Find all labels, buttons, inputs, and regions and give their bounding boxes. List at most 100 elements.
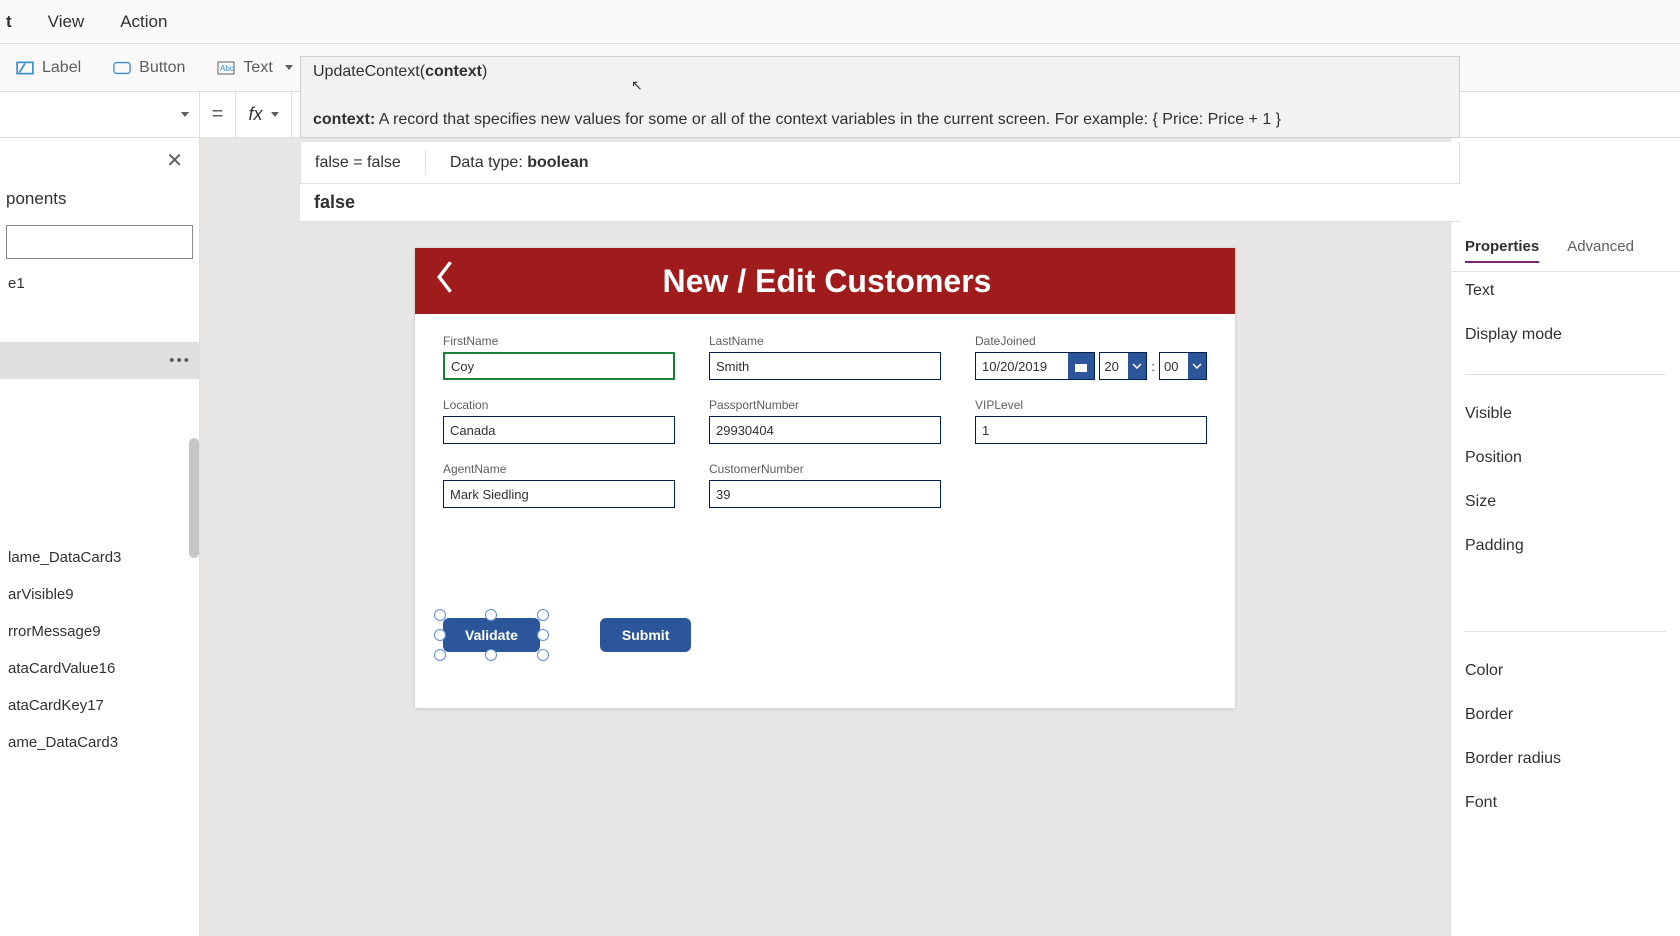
result-datatype: Data type: boolean bbox=[450, 154, 589, 172]
canvas[interactable]: New / Edit Customers FirstName Coy LastN… bbox=[200, 138, 1450, 936]
prop-color[interactable]: Color bbox=[1465, 662, 1666, 680]
intellisense-description: context: A record that specifies new val… bbox=[313, 111, 1447, 129]
firstname-input[interactable]: Coy bbox=[443, 352, 675, 380]
submit-button[interactable]: Submit bbox=[600, 618, 691, 652]
ribbon: Label Button Abc Text UpdateContext(cont… bbox=[0, 44, 1680, 92]
menu-truncated[interactable]: t bbox=[0, 12, 30, 32]
workspace: ✕ ponents e1 ••• lame_DataCard3 arVisibl… bbox=[0, 138, 1680, 936]
intellisense-signature: UpdateContext(context) ↖ bbox=[313, 63, 1447, 81]
field-location: Location Canada bbox=[443, 398, 675, 444]
app-header: New / Edit Customers bbox=[415, 248, 1235, 314]
back-icon[interactable] bbox=[433, 260, 459, 303]
prop-text[interactable]: Text bbox=[1465, 282, 1666, 300]
tree-item[interactable]: ataCardKey17 bbox=[0, 687, 199, 724]
insert-text-text: Text bbox=[243, 59, 272, 77]
field-label: CustomerNumber bbox=[709, 462, 941, 476]
field-label: Location bbox=[443, 398, 675, 412]
prop-position[interactable]: Position bbox=[1465, 449, 1666, 467]
more-icon[interactable]: ••• bbox=[169, 352, 191, 369]
close-panel-button[interactable]: ✕ bbox=[0, 138, 199, 183]
properties-list: Text Display mode Visible Position Size … bbox=[1451, 272, 1680, 822]
tab-properties[interactable]: Properties bbox=[1465, 238, 1539, 263]
chevron-down-icon bbox=[285, 65, 293, 70]
insert-button-text: Button bbox=[139, 59, 185, 77]
formula-intellisense: UpdateContext(context) ↖ context: A reco… bbox=[300, 56, 1460, 138]
label-icon bbox=[16, 59, 34, 77]
field-label: FirstName bbox=[443, 334, 675, 348]
prop-border[interactable]: Border bbox=[1465, 706, 1666, 724]
tree-item[interactable]: arVisible9 bbox=[0, 576, 199, 613]
menu-view[interactable]: View bbox=[30, 12, 103, 32]
text-icon: Abc bbox=[217, 59, 235, 77]
field-label: AgentName bbox=[443, 462, 675, 476]
passport-input[interactable]: 29930404 bbox=[709, 416, 941, 444]
fx-label: fx bbox=[248, 104, 262, 125]
insert-label-text: Label bbox=[42, 59, 81, 77]
agent-input[interactable]: Mark Siedling bbox=[443, 480, 675, 508]
chevron-down-icon bbox=[271, 112, 279, 117]
property-selector[interactable] bbox=[0, 92, 200, 137]
tree-search-input[interactable] bbox=[6, 225, 193, 259]
tree-tab-components[interactable]: ponents bbox=[0, 183, 199, 219]
tree-item-label: e1 bbox=[8, 275, 25, 292]
tree-item[interactable]: ataCardValue16 bbox=[0, 650, 199, 687]
customerno-input[interactable]: 39 bbox=[709, 480, 941, 508]
properties-tabs: Properties Advanced bbox=[1451, 238, 1680, 272]
field-label: PassportNumber bbox=[709, 398, 941, 412]
tree-view-panel: ✕ ponents e1 ••• lame_DataCard3 arVisibl… bbox=[0, 138, 200, 936]
field-datejoined: DateJoined 10/20/2019 20 : bbox=[975, 334, 1207, 380]
time-separator: : bbox=[1151, 359, 1155, 374]
field-agent: AgentName Mark Siedling bbox=[443, 462, 675, 508]
prop-padding[interactable]: Padding bbox=[1465, 537, 1666, 555]
button-label: Submit bbox=[622, 627, 669, 643]
hour-select[interactable]: 20 bbox=[1099, 352, 1147, 380]
scrollbar[interactable] bbox=[189, 438, 199, 558]
field-customerno: CustomerNumber 39 bbox=[709, 462, 941, 508]
tab-advanced[interactable]: Advanced bbox=[1567, 238, 1634, 263]
cursor-icon: ↖ bbox=[631, 77, 643, 94]
menu-bar: t View Action bbox=[0, 0, 1680, 44]
vip-input[interactable]: 1 bbox=[975, 416, 1207, 444]
chevron-down-icon bbox=[1128, 353, 1146, 379]
tree-item[interactable]: rrorMessage9 bbox=[0, 613, 199, 650]
divider bbox=[1465, 631, 1666, 632]
menu-action[interactable]: Action bbox=[102, 12, 185, 32]
tree-item-selected[interactable]: ••• bbox=[0, 342, 199, 379]
formula-result-bar: false = false Data type: boolean bbox=[300, 142, 1460, 184]
prop-borderradius[interactable]: Border radius bbox=[1465, 750, 1666, 768]
prop-font[interactable]: Font bbox=[1465, 794, 1666, 812]
tree-view: e1 ••• lame_DataCard3 arVisible9 rrorMes… bbox=[0, 265, 199, 936]
prop-displaymode[interactable]: Display mode bbox=[1465, 326, 1666, 344]
button-icon bbox=[113, 59, 131, 77]
equals-sign: = bbox=[200, 92, 236, 137]
field-firstname: FirstName Coy bbox=[443, 334, 675, 380]
prop-size[interactable]: Size bbox=[1465, 493, 1666, 511]
fx-button[interactable]: fx bbox=[236, 92, 292, 137]
properties-panel: Properties Advanced Text Display mode Vi… bbox=[1450, 138, 1680, 936]
location-input[interactable]: Canada bbox=[443, 416, 675, 444]
insert-button-button[interactable]: Button bbox=[97, 44, 201, 91]
button-row: Validate Submit bbox=[415, 598, 1235, 672]
svg-text:Abc: Abc bbox=[220, 64, 234, 73]
button-label: Validate bbox=[465, 627, 518, 643]
field-passport: PassportNumber 29930404 bbox=[709, 398, 941, 444]
result-equation: false = false bbox=[315, 154, 401, 172]
tree-item[interactable]: lame_DataCard3 bbox=[0, 539, 199, 576]
field-label: LastName bbox=[709, 334, 941, 348]
chevron-down-icon bbox=[1188, 353, 1206, 379]
tree-item-screen[interactable]: e1 bbox=[0, 265, 199, 302]
tree-item[interactable]: ame_DataCard3 bbox=[0, 724, 199, 761]
form: FirstName Coy LastName Smith DateJoined … bbox=[415, 314, 1235, 528]
datejoined-input[interactable]: 10/20/2019 bbox=[975, 352, 1095, 380]
field-label: DateJoined bbox=[975, 334, 1207, 348]
validate-button[interactable]: Validate bbox=[443, 618, 540, 652]
field-vip: VIPLevel 1 bbox=[975, 398, 1207, 444]
lastname-input[interactable]: Smith bbox=[709, 352, 941, 380]
insert-label-button[interactable]: Label bbox=[0, 44, 97, 91]
insert-text-button[interactable]: Abc Text bbox=[201, 44, 308, 91]
app-title: New / Edit Customers bbox=[477, 263, 1177, 300]
calendar-icon[interactable] bbox=[1068, 353, 1094, 379]
minute-select[interactable]: 00 bbox=[1159, 352, 1207, 380]
prop-visible[interactable]: Visible bbox=[1465, 405, 1666, 423]
divider bbox=[1465, 374, 1666, 375]
